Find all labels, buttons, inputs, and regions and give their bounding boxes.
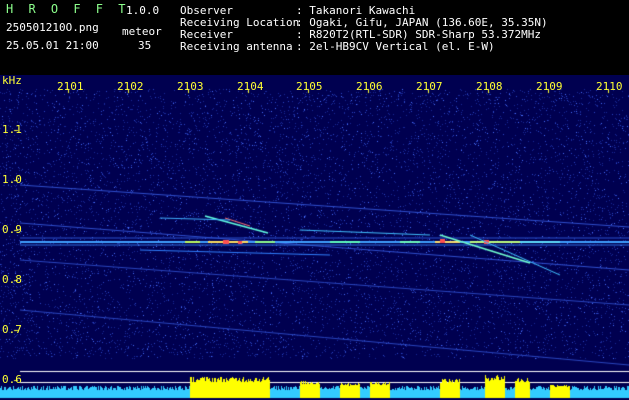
x-tick-label: 2102 — [117, 80, 144, 93]
x-tick-label: 2103 — [177, 80, 204, 93]
app-version: 1.0.0 — [126, 4, 160, 17]
x-tick-label: 2106 — [356, 80, 383, 93]
y-unit-label: kHz — [2, 74, 22, 87]
image-filename: 250501210O.png — [6, 21, 99, 34]
x-tick-label: 2109 — [536, 80, 563, 93]
x-tick-label: 2101 — [57, 80, 84, 93]
y-tick-label: 0.9 — [2, 223, 22, 236]
x-tick-label: 2107 — [416, 80, 443, 93]
y-tick-label: 1.0 — [2, 173, 22, 186]
y-tick-label: 0.6 — [2, 373, 22, 386]
antenna-key: Receiving antenna — [180, 40, 293, 53]
antenna-value: : 2el-HB9CV Vertical (el. E-W) — [296, 40, 495, 53]
app-title: H R O F F T — [6, 2, 130, 16]
x-tick-label: 2110 — [596, 80, 623, 93]
meteor-label: meteor — [122, 25, 162, 38]
y-tick-label: 1.1 — [2, 123, 22, 136]
spectrogram-canvas — [0, 75, 629, 400]
x-tick-label: 2108 — [476, 80, 503, 93]
meteor-count: 35 — [138, 39, 152, 52]
observation-datetime: 25.05.01 21:00 — [6, 39, 99, 52]
x-tick-label: 2105 — [296, 80, 323, 93]
y-tick-label: 0.7 — [2, 323, 22, 336]
y-tick-label: 0.8 — [2, 273, 22, 286]
x-tick-label: 2104 — [237, 80, 264, 93]
